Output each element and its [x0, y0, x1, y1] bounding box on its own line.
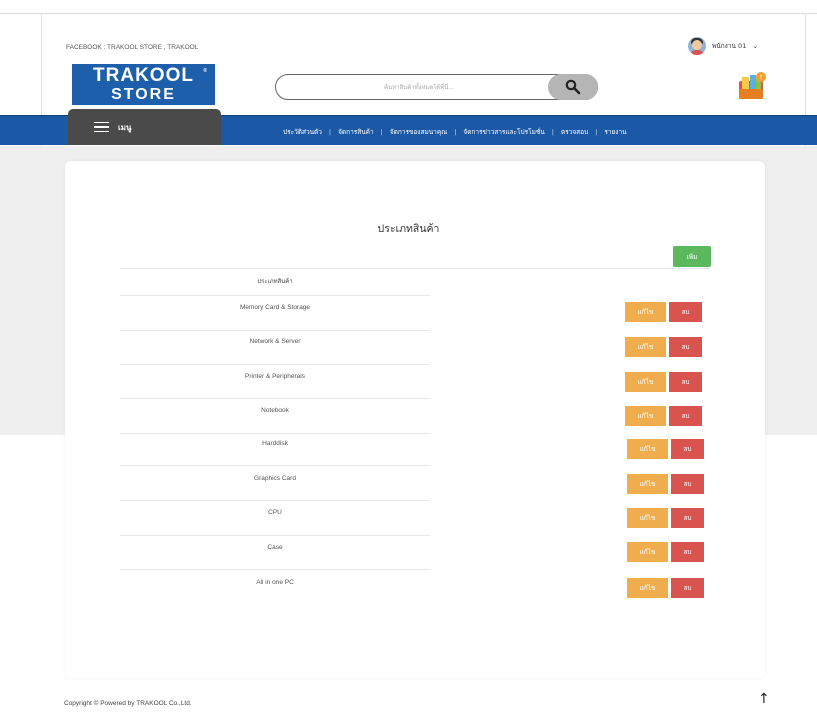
row-actions: แก้ไข ลบ: [627, 439, 704, 459]
delete-button[interactable]: ลบ: [671, 508, 704, 528]
row-actions: แก้ไข ลบ: [627, 474, 704, 494]
row-divider: [120, 500, 430, 501]
divider: [120, 295, 430, 296]
category-name: Graphics Card: [254, 475, 296, 482]
edit-button[interactable]: แก้ไข: [627, 439, 668, 459]
social-links-text[interactable]: FACEBOOK : TRAKOOL STORE , TRAKOOL: [66, 44, 198, 51]
edit-button[interactable]: แก้ไข: [627, 578, 668, 598]
delete-button[interactable]: ลบ: [669, 372, 702, 392]
row-divider: [120, 569, 430, 570]
row-actions: แก้ไข ลบ: [627, 542, 704, 562]
nav-item-6[interactable]: รายงาน: [597, 127, 633, 137]
registered-mark: ®: [203, 68, 207, 74]
category-name: Network & Server: [249, 338, 301, 345]
svg-text:!: !: [760, 74, 763, 82]
search-button[interactable]: [548, 74, 598, 100]
delete-button[interactable]: ลบ: [671, 439, 704, 459]
category-name: Printer & Peripherals: [245, 373, 305, 380]
divider: [120, 268, 710, 269]
search-bar: [275, 74, 598, 100]
row-actions: แก้ไข ลบ: [625, 302, 702, 322]
category-name: Case: [267, 544, 283, 551]
logo-line-1: TRAKOOL: [93, 65, 194, 86]
nav-item-5[interactable]: ตรวจสอบ: [554, 127, 595, 137]
edit-button[interactable]: แก้ไข: [625, 337, 666, 357]
edit-button[interactable]: แก้ไข: [627, 542, 668, 562]
row-actions: แก้ไข ลบ: [625, 337, 702, 357]
row-divider: [120, 433, 430, 434]
edit-button[interactable]: แก้ไข: [627, 508, 668, 528]
gift-basket-icon[interactable]: !: [736, 71, 768, 101]
nav-item-2[interactable]: จัดการสินค้า: [331, 127, 381, 137]
search-input[interactable]: [290, 79, 548, 96]
row-divider: [120, 398, 430, 399]
category-name: Memory Card & Storage: [239, 304, 311, 311]
window-top-border: [0, 13, 817, 14]
nav-item-4[interactable]: จัดการข่าวสารและโปรโมชั่น: [456, 127, 551, 137]
row-actions: แก้ไข ลบ: [627, 578, 704, 598]
user-name: พนักงาน 01: [712, 42, 747, 50]
category-name: Harddisk: [262, 440, 288, 447]
delete-button[interactable]: ลบ: [671, 578, 704, 598]
nav-item-3[interactable]: จัดการของสมนาคุณ: [383, 127, 454, 137]
menu-toggle-button[interactable]: เมนู: [68, 109, 221, 145]
hamburger-icon: [94, 121, 109, 133]
edit-button[interactable]: แก้ไข: [627, 474, 668, 494]
delete-button[interactable]: ลบ: [669, 337, 702, 357]
edit-button[interactable]: แก้ไข: [625, 372, 666, 392]
chevron-down-icon[interactable]: ⌄: [752, 42, 758, 50]
nav-item-1[interactable]: ประวัติส่วนตัว: [276, 127, 329, 137]
edit-button[interactable]: แก้ไข: [625, 302, 666, 322]
edit-button[interactable]: แก้ไข: [625, 406, 666, 426]
row-divider: [120, 330, 430, 331]
row-actions: แก้ไข ลบ: [625, 406, 702, 426]
store-logo[interactable]: TRAKOOL STORE ®: [72, 64, 215, 105]
back-to-top-icon[interactable]: ↑: [758, 692, 770, 706]
row-divider: [120, 535, 430, 536]
footer-copyright: Copyright © Powered by TRAKOOL Co.,Ltd.: [64, 700, 192, 707]
row-divider: [120, 465, 430, 466]
delete-button[interactable]: ลบ: [669, 406, 702, 426]
row-divider: [120, 364, 430, 365]
delete-button[interactable]: ลบ: [671, 474, 704, 494]
user-menu[interactable]: พนักงาน 01 ⌄: [688, 37, 758, 55]
add-category-button[interactable]: เพิ่ม: [673, 246, 711, 267]
row-actions: แก้ไข ลบ: [627, 508, 704, 528]
search-icon: [565, 79, 581, 95]
row-actions: แก้ไข ลบ: [625, 372, 702, 392]
category-name: CPU: [268, 509, 282, 516]
category-name: Notebook: [261, 407, 289, 414]
column-header-category: ประเภทสินค้า: [257, 278, 293, 285]
avatar: [688, 37, 706, 55]
nav-menu: ประวัติส่วนตัว | จัดการสินค้า | จัดการของสมน…: [276, 127, 634, 137]
delete-button[interactable]: ลบ: [671, 542, 704, 562]
category-name: All in one PC: [256, 579, 294, 586]
menu-label: เมนู: [118, 122, 132, 132]
delete-button[interactable]: ลบ: [669, 302, 702, 322]
logo-line-2: STORE: [111, 86, 176, 103]
page-title: ประเภทสินค้า: [377, 223, 440, 235]
